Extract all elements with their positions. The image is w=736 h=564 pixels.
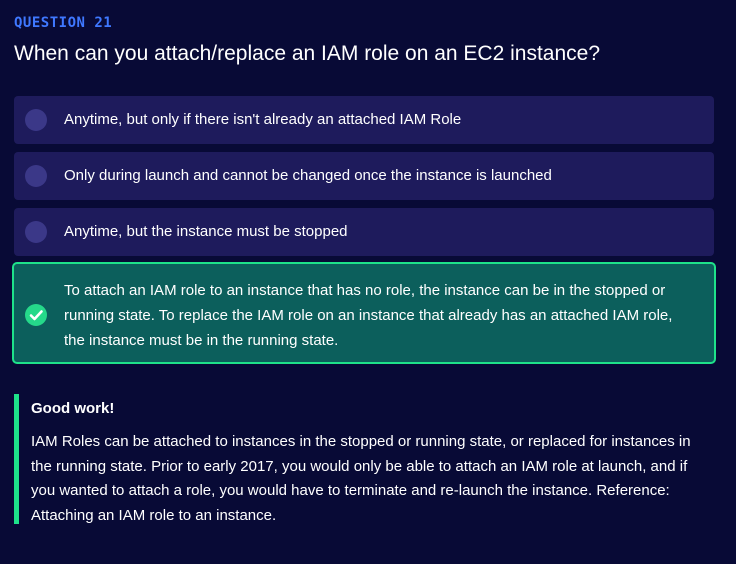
answer-option-4-correct[interactable]: To attach an IAM role to an instance tha… — [12, 262, 716, 364]
answer-option-label: Anytime, but only if there isn't already… — [64, 111, 462, 128]
question-number: QUESTION 21 — [14, 15, 113, 31]
radio-button-icon[interactable] — [25, 221, 47, 243]
answer-option-label: To attach an IAM role to an instance tha… — [64, 282, 673, 349]
answer-option-label: Anytime, but the instance must be stoppe… — [64, 223, 348, 240]
radio-button-icon[interactable] — [25, 165, 47, 187]
answer-option-label: Only during launch and cannot be changed… — [64, 167, 552, 184]
question-text: When can you attach/replace an IAM role … — [14, 42, 601, 65]
check-circle-icon — [25, 304, 47, 326]
feedback-title: Good work! — [31, 400, 115, 417]
answer-option-2[interactable]: Only during launch and cannot be changed… — [14, 152, 714, 200]
answer-option-3[interactable]: Anytime, but the instance must be stoppe… — [14, 208, 714, 256]
answer-option-1[interactable]: Anytime, but only if there isn't already… — [14, 96, 714, 144]
feedback-panel: Good work! IAM Roles can be attached to … — [14, 394, 714, 524]
feedback-explanation: IAM Roles can be attached to instances i… — [31, 433, 691, 524]
radio-button-icon[interactable] — [25, 109, 47, 131]
